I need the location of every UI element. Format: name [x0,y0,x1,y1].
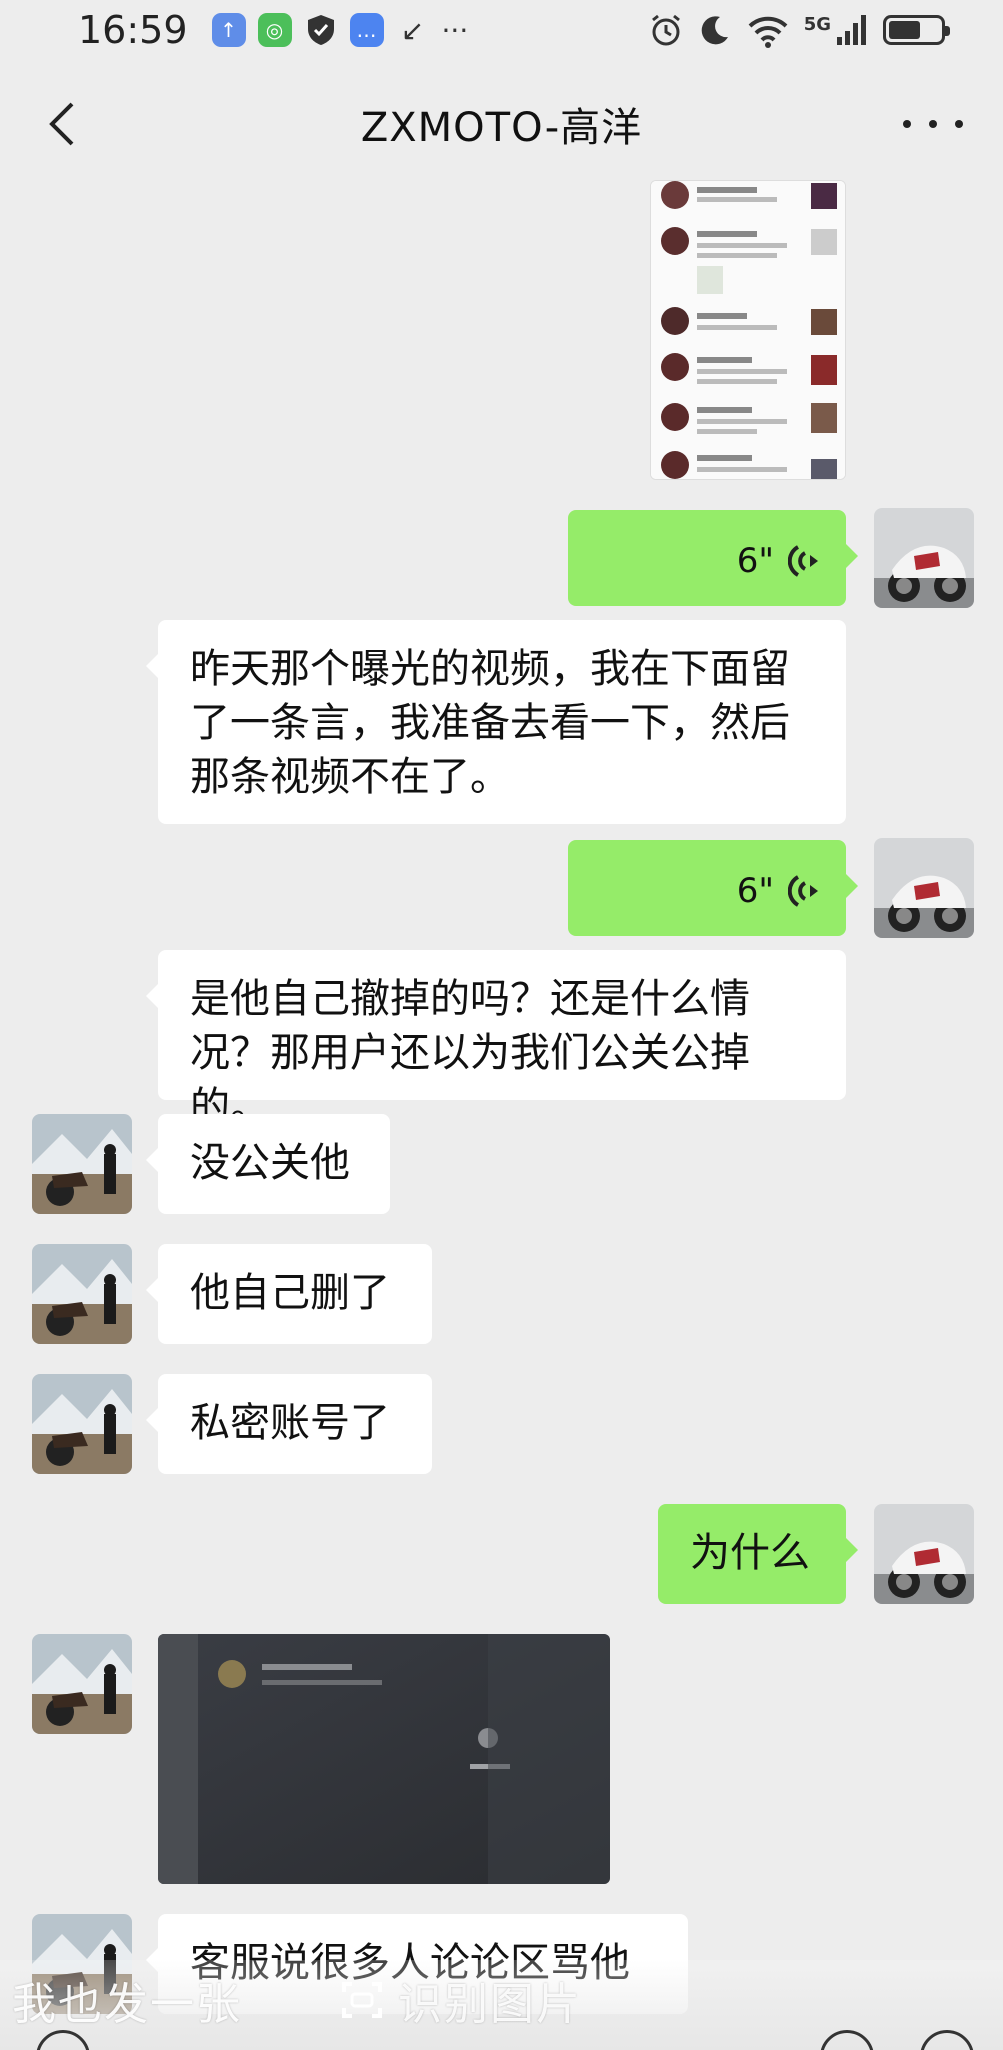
wechat-icon: ◎ [257,13,292,47]
shield-icon [304,13,338,47]
message-text: 为什么 [690,1530,810,1576]
message-line: 是他自己撤掉的吗？还是什么情 [190,976,750,1022]
status-time: 16:59 [78,8,188,52]
incoming-text-message[interactable]: 是他自己撤掉的吗？还是什么情 况？那用户还以为我们公关公掉的。 [146,950,846,1130]
contact-avatar[interactable] [32,1374,132,1474]
incoming-text-message[interactable]: 私密账号了 [146,1374,432,1474]
more-notifications-icon: ··· [441,13,469,47]
wifi-icon [748,16,788,48]
voice-duration: 6" [736,541,774,581]
missed-call-icon: ↙ [400,13,425,47]
upload-app-icon: ↑ [211,13,246,47]
incoming-text-message[interactable]: 没公关他 [146,1114,390,1214]
more-options-icon[interactable] [903,102,963,146]
voice-duration: 6" [736,871,774,911]
outgoing-text-message[interactable]: 为什么 [658,1504,858,1604]
message-line: 昨天那个曝光的视频，我在下面留 [190,646,790,692]
contact-avatar[interactable] [32,1244,132,1344]
incoming-text-message[interactable]: 他自己删了 [146,1244,432,1344]
moon-icon [701,16,728,45]
system-icons: 5G [648,12,950,48]
battery-icon [883,15,950,45]
contact-avatar[interactable] [32,1634,132,1734]
message-text: 没公关他 [190,1140,350,1186]
outgoing-voice-message[interactable]: 6" [568,840,858,936]
message-text: 私密账号了 [190,1400,390,1446]
chat-title: ZXMOTO-高洋 [360,105,643,151]
recognize-image-label: 识别图片 [398,1979,582,2030]
post-same-button[interactable]: 我也发一张 [12,1968,242,2032]
contact-avatar[interactable] [32,1114,132,1214]
notification-icons: ↑ ◎ … ↙ ··· [211,13,469,47]
voice-wave-icon [788,875,818,907]
my-avatar[interactable] [874,838,974,938]
scan-icon [342,1982,382,2018]
voice-wave-icon [788,545,818,577]
chat-header: ZXMOTO-高洋 [0,62,1003,186]
message-line: 了一条言，我准备去看一下，然后 [190,700,790,746]
signal-icon [837,15,866,45]
my-avatar[interactable] [874,508,974,608]
message-text: 他自己删了 [190,1270,390,1316]
outgoing-voice-message[interactable]: 6" [568,510,858,606]
recognize-image-button[interactable]: 识别图片 [340,1968,582,2032]
alarm-icon [651,14,680,46]
incoming-text-message[interactable]: 昨天那个曝光的视频，我在下面留 了一条言，我准备去看一下，然后 那条视频不在了。 [146,620,846,824]
my-avatar[interactable] [874,1504,974,1604]
message-line: 那条视频不在了。 [190,754,510,800]
image-message-blurred-photo[interactable] [158,1634,610,1884]
network-type: 5G [803,13,831,35]
message-app-icon: … [349,13,384,47]
image-message-screenshot[interactable] [650,180,846,480]
status-bar: 16:59 ↑ ◎ … ↙ ··· 5G [0,0,1003,60]
back-arrow-icon[interactable] [38,98,90,150]
